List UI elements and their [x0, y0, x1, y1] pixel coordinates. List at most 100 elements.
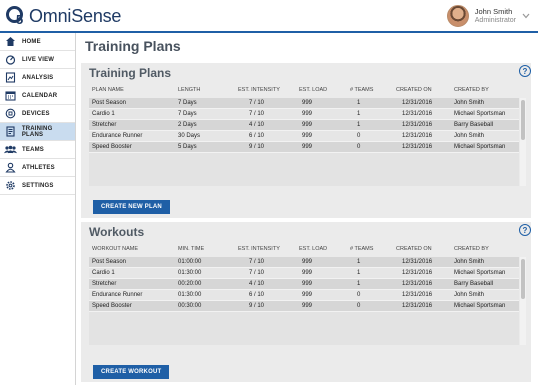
sidebar-item-label: SETTINGS [22, 182, 54, 189]
table-cell: 999 [302, 122, 313, 128]
table-row[interactable]: Post Season 01:00:00 7 / 10 999 1 12/31/… [89, 257, 519, 268]
sidebar-item-analysis[interactable]: ANALYSIS [0, 69, 75, 87]
table-body: Post Season 7 Days 7 / 10 999 1 12/31/20… [89, 98, 519, 186]
sidebar-item-settings[interactable]: SETTINGS [0, 177, 75, 195]
table-cell: 7 / 10 [249, 270, 265, 276]
table-cell: 30 Days [178, 133, 201, 139]
column-header[interactable]: # TEAMS [350, 87, 373, 93]
table-cell: 999 [302, 259, 313, 265]
column-header[interactable]: CREATED BY [454, 246, 489, 252]
table-cell: 7 Days [178, 100, 197, 106]
column-header[interactable]: EST. LOAD [299, 87, 327, 93]
table-header: WORKOUT NAME MIN. TIME EST. INTENSITY ES… [89, 246, 519, 256]
sidebar-item-home[interactable]: HOME [0, 33, 75, 51]
table-row[interactable]: Speed Booster 00:30:00 9 / 10 999 0 12/3… [89, 301, 519, 312]
column-header[interactable]: EST. INTENSITY [238, 246, 280, 252]
table-cell: 999 [302, 303, 313, 309]
column-header[interactable]: CREATED ON [396, 246, 432, 252]
help-icon[interactable]: ? [519, 224, 531, 236]
table-cell: 999 [302, 292, 313, 298]
scroll-thumb[interactable] [521, 259, 525, 299]
sidebar-item-label: LIVE VIEW [22, 56, 55, 63]
table-cell: 12/31/2016 [402, 270, 433, 276]
sidebar-item-devices[interactable]: DEVICES [0, 105, 75, 123]
table-cell: 00:30:00 [178, 303, 202, 309]
panel-title: Workouts [89, 225, 145, 239]
teams-icon [4, 143, 17, 156]
table-row[interactable]: Stretcher 2 Days 4 / 10 999 1 12/31/2016… [89, 120, 519, 131]
column-header[interactable]: CREATED BY [454, 87, 489, 93]
top-bar: 5 OmniSense John Smith Administrator [0, 0, 538, 31]
table-cell: Speed Booster [92, 303, 132, 309]
create-new-plan-button[interactable]: CREATE NEW PLAN [93, 200, 170, 214]
table-cell: John Smith [454, 259, 485, 265]
chevron-down-icon[interactable] [522, 12, 530, 21]
logo[interactable]: 5 OmniSense [6, 4, 121, 28]
table-cell: Stretcher [92, 281, 117, 287]
table-cell: 01:30:00 [178, 270, 202, 276]
table-cell: 9 / 10 [249, 303, 265, 309]
column-header[interactable]: WORKOUT NAME [92, 246, 138, 252]
sidebar-item-athletes[interactable]: ATHLETES [0, 159, 75, 177]
table-row[interactable]: Cardio 1 01:30:00 7 / 10 999 1 12/31/201… [89, 268, 519, 279]
table-cell: 1 [357, 270, 361, 276]
column-header[interactable]: EST. INTENSITY [238, 87, 280, 93]
table-cell: Speed Booster [92, 144, 132, 150]
table-cell: John Smith [454, 100, 485, 106]
table-cell: 999 [302, 270, 313, 276]
devices-icon [4, 107, 17, 120]
live-view-icon [4, 53, 17, 66]
table-cell: Michael Sportsman [454, 303, 506, 309]
table-row[interactable]: Post Season 7 Days 7 / 10 999 1 12/31/20… [89, 98, 519, 109]
table-cell: 999 [302, 144, 313, 150]
table-row[interactable]: Stretcher 00:20:00 4 / 10 999 1 12/31/20… [89, 279, 519, 290]
table-scrollbar[interactable] [520, 98, 526, 186]
table-cell: 999 [302, 281, 313, 287]
sidebar-item-label: DEVICES [22, 110, 50, 117]
table-cell: 2 Days [178, 122, 197, 128]
table-cell: 1 [357, 259, 361, 265]
sidebar-item-training-plans[interactable]: TRAINING PLANS [0, 123, 75, 141]
sidebar-item-label: CALENDAR [22, 92, 58, 99]
table-cell: 1 [357, 281, 361, 287]
table-row[interactable]: Endurance Runner 01:30:00 6 / 10 999 0 1… [89, 290, 519, 301]
scroll-thumb[interactable] [521, 100, 525, 140]
analysis-icon [4, 71, 17, 84]
table-scrollbar[interactable] [520, 257, 526, 345]
table-cell: 999 [302, 100, 313, 106]
user-role: Administrator [474, 17, 516, 24]
column-header[interactable]: EST. LOAD [299, 246, 327, 252]
table-cell: John Smith [454, 133, 485, 139]
table-cell: Cardio 1 [92, 270, 115, 276]
table-cell: Cardio 1 [92, 111, 115, 117]
avatar [446, 5, 469, 27]
column-header[interactable]: MIN. TIME [178, 246, 204, 252]
sidebar-item-calendar[interactable]: CALENDAR [0, 87, 75, 105]
create-workout-button[interactable]: CREATE WORKOUT [93, 365, 170, 379]
table-cell: 12/31/2016 [402, 281, 433, 287]
table-cell: 12/31/2016 [402, 292, 433, 298]
main-content: Training Plans Training Plans ? PLAN NAM… [77, 33, 538, 385]
sidebar-item-live-view[interactable]: LIVE VIEW [0, 51, 75, 69]
table-cell: 12/31/2016 [402, 259, 433, 265]
table-row[interactable]: Endurance Runner 30 Days 6 / 10 999 0 12… [89, 131, 519, 142]
table-cell: 12/31/2016 [402, 111, 433, 117]
table-cell: 12/31/2016 [402, 122, 433, 128]
table-cell: 7 Days [178, 111, 197, 117]
table-cell: 6 / 10 [249, 292, 265, 298]
table-cell: 0 [357, 303, 361, 309]
table-cell: 12/31/2016 [402, 133, 433, 139]
table-row[interactable]: Cardio 1 7 Days 7 / 10 999 1 12/31/2016 … [89, 109, 519, 120]
table-row[interactable]: Speed Booster 5 Days 9 / 10 999 0 12/31/… [89, 142, 519, 153]
table-cell: Michael Sportsman [454, 270, 506, 276]
column-header[interactable]: # TEAMS [350, 246, 373, 252]
help-icon[interactable]: ? [519, 65, 531, 77]
user-menu[interactable]: John Smith Administrator [446, 4, 530, 28]
column-header[interactable]: LENGTH [178, 87, 200, 93]
column-header[interactable]: PLAN NAME [92, 87, 124, 93]
table-cell: 0 [357, 292, 361, 298]
training-plans-icon [4, 125, 17, 138]
sidebar-item-teams[interactable]: TEAMS [0, 141, 75, 159]
table-cell: Michael Sportsman [454, 111, 506, 117]
column-header[interactable]: CREATED ON [396, 87, 432, 93]
